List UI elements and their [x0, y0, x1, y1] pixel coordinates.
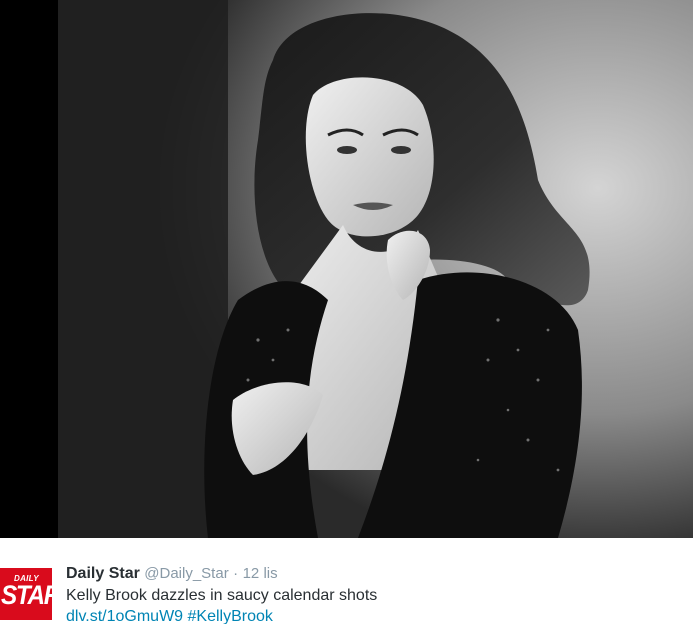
- avatar[interactable]: DAILY STAR: [0, 568, 52, 620]
- tweet-footer: DAILY STAR Daily Star @Daily_Star · 12 l…: [0, 538, 693, 624]
- user-handle[interactable]: @Daily_Star: [144, 565, 228, 582]
- tweet-links: dlv.st/1oGmuW9 #KellyBrook: [66, 607, 273, 624]
- header-separator: ·: [233, 565, 239, 582]
- tweet-link[interactable]: dlv.st/1oGmuW9: [66, 608, 183, 624]
- tweet-media[interactable]: [0, 0, 693, 538]
- tweet-photo[interactable]: [58, 0, 693, 538]
- tweet-timestamp[interactable]: 12 lis: [243, 565, 278, 582]
- tweet-header: Daily Star @Daily_Star · 12 lis: [66, 564, 278, 584]
- tweet-text: Kelly Brook dazzles in saucy calendar sh…: [66, 587, 378, 604]
- display-name[interactable]: Daily Star: [66, 565, 140, 582]
- avatar-logo-big: STAR: [1, 580, 52, 610]
- media-letterbox: [0, 0, 58, 538]
- hashtag-link[interactable]: #KellyBrook: [188, 608, 273, 624]
- tweet-card: DAILY STAR Daily Star @Daily_Star · 12 l…: [0, 0, 693, 624]
